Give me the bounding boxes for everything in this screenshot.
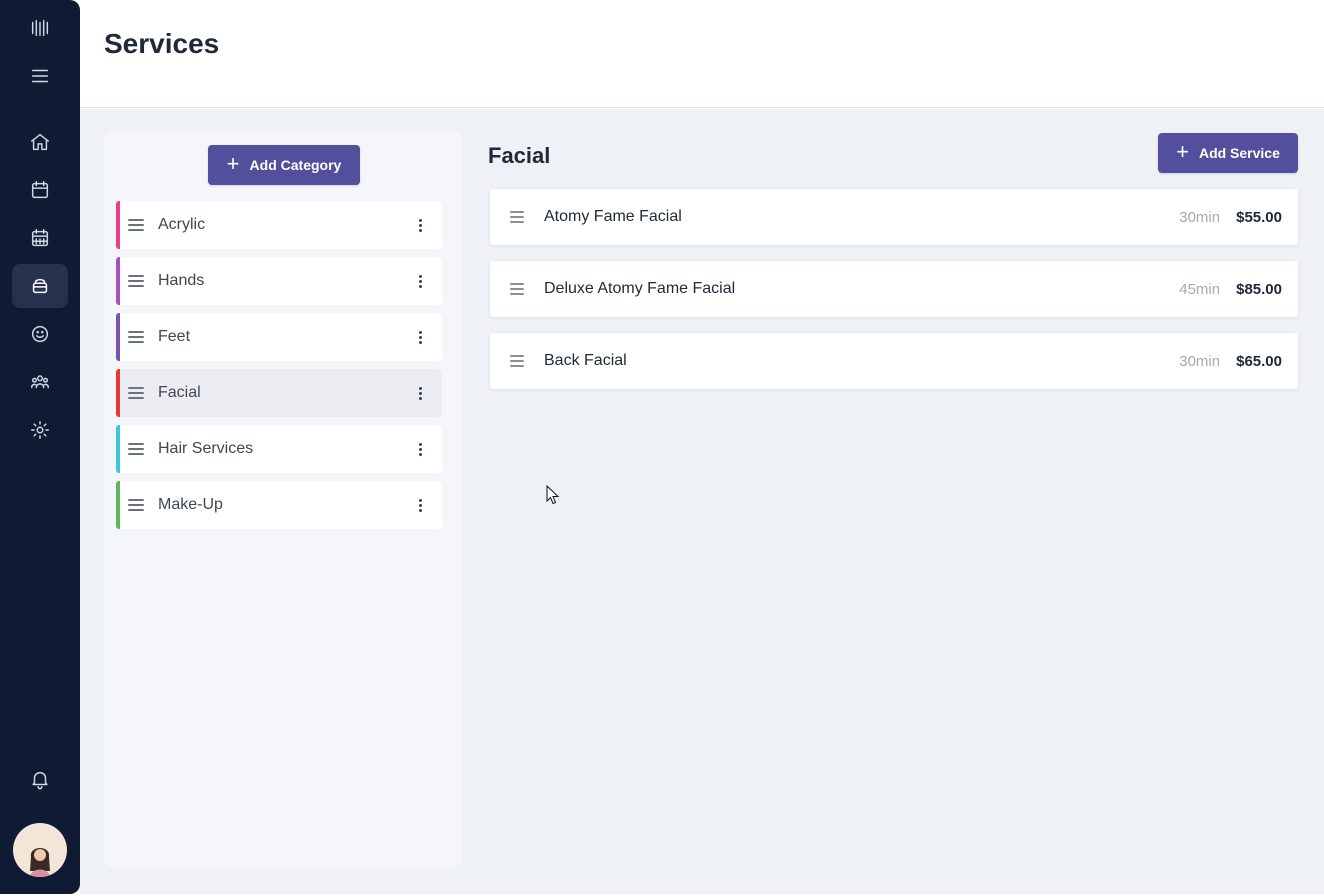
gear-icon[interactable] (12, 408, 68, 452)
bell-icon[interactable] (12, 757, 68, 801)
add-service-button[interactable]: + Add Service (1158, 133, 1298, 173)
services-icon[interactable] (12, 264, 68, 308)
page-title: Services (104, 28, 220, 59)
category-item-facial[interactable]: Facial (116, 369, 442, 417)
add-category-button[interactable]: + Add Category (208, 145, 360, 185)
category-item-feet[interactable]: Feet (116, 313, 442, 361)
category-color-bar (116, 481, 120, 529)
service-price: $55.00 (1236, 208, 1282, 226)
page-header: Services (80, 0, 1324, 108)
sidebar (0, 0, 80, 894)
menu-icon[interactable] (12, 54, 68, 98)
category-color-bar (116, 201, 120, 249)
smiley-icon[interactable] (12, 312, 68, 356)
service-row[interactable]: Deluxe Atomy Fame Facial 45min $85.00 (490, 261, 1298, 317)
category-color-bar (116, 313, 120, 361)
more-options-icon[interactable] (410, 327, 430, 347)
category-label: Facial (158, 384, 201, 401)
service-name: Deluxe Atomy Fame Facial (544, 280, 736, 297)
drag-handle-icon[interactable] (128, 219, 144, 231)
service-duration: 30min (1179, 208, 1221, 226)
more-options-icon[interactable] (410, 271, 430, 291)
more-options-icon[interactable] (410, 495, 430, 515)
drag-handle-icon[interactable] (128, 443, 144, 455)
drag-handle-icon[interactable] (128, 331, 144, 343)
drag-handle-icon[interactable] (128, 499, 144, 511)
team-icon[interactable] (12, 360, 68, 404)
plus-icon: + (1176, 139, 1189, 164)
mouse-cursor-icon (546, 484, 560, 510)
category-color-bar (116, 369, 120, 417)
more-options-icon[interactable] (410, 383, 430, 403)
category-panel: + Add Category Acrylic Hands Feet Facial (104, 131, 462, 867)
main-content: + Add Category Acrylic Hands Feet Facial (80, 109, 1324, 894)
avatar[interactable] (13, 823, 67, 877)
calendar-grid-icon[interactable] (12, 216, 68, 260)
service-name: Atomy Fame Facial (544, 208, 682, 225)
add-service-label: Add Service (1198, 145, 1280, 161)
service-price: $85.00 (1236, 280, 1282, 298)
add-category-label: Add Category (249, 157, 342, 173)
category-item-make-up[interactable]: Make-Up (116, 481, 442, 529)
category-label: Make-Up (158, 496, 223, 513)
calendar-icon[interactable] (12, 168, 68, 212)
service-row[interactable]: Atomy Fame Facial 30min $55.00 (490, 189, 1298, 245)
drag-handle-icon[interactable] (128, 387, 144, 399)
category-label: Hands (158, 272, 205, 289)
category-label: Hair Services (158, 440, 254, 457)
plus-icon: + (226, 151, 240, 176)
category-color-bar (116, 257, 120, 305)
more-options-icon[interactable] (410, 439, 430, 459)
service-price: $65.00 (1236, 352, 1282, 370)
service-duration: 30min (1179, 352, 1221, 370)
home-icon[interactable] (12, 120, 68, 164)
category-label: Acrylic (158, 216, 206, 233)
drag-handle-icon[interactable] (510, 355, 524, 367)
category-item-hands[interactable]: Hands (116, 257, 442, 305)
category-item-acrylic[interactable]: Acrylic (116, 201, 442, 249)
drag-handle-icon[interactable] (510, 283, 524, 295)
service-row[interactable]: Back Facial 30min $65.00 (490, 333, 1298, 389)
services-section-title: Facial (488, 143, 551, 168)
more-options-icon[interactable] (410, 215, 430, 235)
category-item-hair-services[interactable]: Hair Services (116, 425, 442, 473)
logo-icon[interactable] (12, 6, 68, 50)
service-name: Back Facial (544, 352, 627, 369)
category-color-bar (116, 425, 120, 473)
category-label: Feet (158, 328, 191, 345)
service-duration: 45min (1179, 280, 1221, 298)
drag-handle-icon[interactable] (128, 275, 144, 287)
drag-handle-icon[interactable] (510, 211, 524, 223)
